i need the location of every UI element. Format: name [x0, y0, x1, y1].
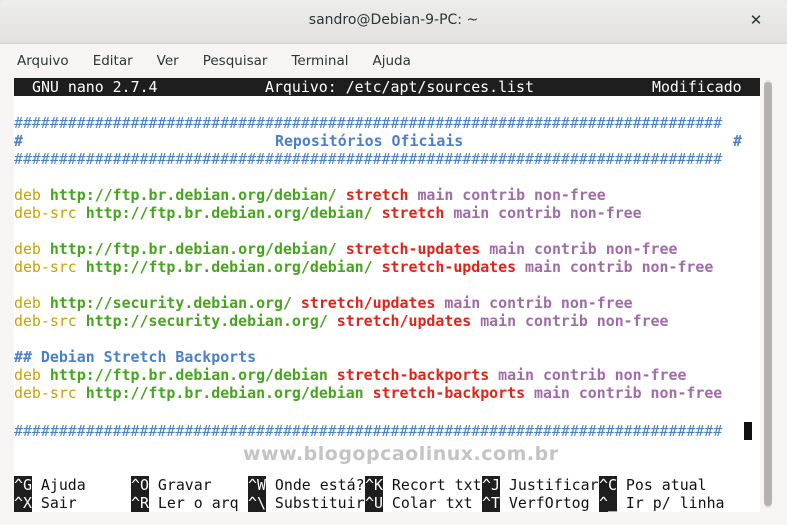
source-line: deb http://ftp.br.debian.org/debian/ str…	[14, 186, 606, 204]
source-line: deb-src http://ftp.br.debian.org/debian/…	[14, 204, 642, 222]
source-components: main contrib non-free	[444, 294, 633, 312]
source-suite: stretch-updates	[381, 258, 517, 276]
source-type: deb	[14, 186, 41, 204]
source-suite: stretch-backports	[372, 384, 526, 402]
menu-terminal[interactable]: Terminal	[287, 50, 352, 72]
scrollbar[interactable]	[764, 80, 772, 508]
hash-separator-bottom: ########################################…	[14, 422, 723, 440]
source-components: main contrib non-free	[525, 258, 714, 276]
source-components: main contrib non-free	[489, 240, 678, 258]
shortcut-save[interactable]: ^O Gravar	[131, 476, 212, 494]
source-type: deb-src	[14, 312, 77, 330]
source-type: deb-src	[14, 384, 77, 402]
shortcut-read-file[interactable]: ^R Ler o arq	[131, 494, 239, 512]
source-components: main contrib non-free	[480, 312, 669, 330]
shortcut-spell[interactable]: ^T VerfOrtog	[482, 494, 590, 512]
close-icon[interactable]: ✕	[747, 11, 765, 29]
shortcut-help[interactable]: ^G Ajuda	[14, 476, 86, 494]
shortcut-search[interactable]: ^W Onde está?	[248, 476, 365, 494]
source-line: deb http://security.debian.org/ stretch/…	[14, 294, 633, 312]
source-components: main contrib non-free	[534, 384, 723, 402]
source-suite: stretch-updates	[345, 240, 481, 258]
shortcut-cursor-pos[interactable]: ^C Pos atual	[599, 476, 707, 494]
source-line: deb-src http://ftp.br.debian.org/debian/…	[14, 258, 713, 276]
shortcut-cut[interactable]: ^K Recort txt	[365, 476, 482, 494]
source-url: http://ftp.br.debian.org/debian/	[85, 258, 373, 276]
shortcut-paste[interactable]: ^U Colar txt	[365, 494, 473, 512]
source-url: http://ftp.br.debian.org/debian	[49, 366, 328, 384]
hash-separator-top: ########################################…	[14, 114, 723, 132]
repo-heading: Repositórios Oficiais	[275, 132, 464, 150]
backports-comment: ## Debian Stretch Backports	[14, 348, 257, 366]
nano-filename: Arquivo: /etc/apt/sources.list	[265, 78, 534, 96]
source-url: http://ftp.br.debian.org/debian/	[85, 204, 373, 222]
title-bar[interactable]: sandro@Debian-9-PC: ~ ✕	[0, 0, 787, 44]
menu-ver[interactable]: Ver	[153, 50, 183, 72]
nano-version: GNU nano 2.7.4	[32, 78, 158, 96]
source-line: deb-src http://ftp.br.debian.org/debian …	[14, 384, 722, 402]
hash-separator-middle: ########################################…	[14, 150, 723, 168]
source-url: http://security.debian.org/	[85, 312, 328, 330]
menu-bar: Arquivo Editar Ver Pesquisar Terminal Aj…	[0, 44, 787, 78]
source-suite: stretch	[381, 204, 445, 222]
text-cursor	[744, 422, 752, 440]
heading-hash-left: #	[14, 132, 23, 150]
source-type: deb	[14, 366, 41, 384]
source-type: deb-src	[14, 204, 77, 222]
shortcut-replace[interactable]: ^\ Substituir	[248, 494, 365, 512]
watermark: www.blogopcaolinux.com.br	[243, 443, 559, 465]
source-type: deb	[14, 294, 41, 312]
window-title: sandro@Debian-9-PC: ~	[308, 12, 479, 28]
source-url: http://ftp.br.debian.org/debian/	[49, 186, 337, 204]
terminal-window: sandro@Debian-9-PC: ~ ✕ Arquivo Editar V…	[0, 0, 787, 525]
menu-ajuda[interactable]: Ajuda	[369, 50, 415, 72]
shortcut-goto-line[interactable]: ^_ Ir p/ linha	[599, 494, 725, 512]
source-type: deb	[14, 240, 41, 258]
source-components: main contrib non-free	[498, 366, 687, 384]
menu-arquivo[interactable]: Arquivo	[13, 50, 73, 72]
shortcut-justify[interactable]: ^J Justificar	[482, 476, 599, 494]
terminal-area[interactable]: GNU nano 2.7.4 Arquivo: /etc/apt/sources…	[14, 78, 760, 512]
nano-header-bar: GNU nano 2.7.4 Arquivo: /etc/apt/sources…	[14, 78, 760, 96]
source-suite: stretch/updates	[300, 294, 436, 312]
menu-editar[interactable]: Editar	[89, 50, 137, 72]
source-url: http://security.debian.org/	[49, 294, 292, 312]
source-components: main contrib non-free	[417, 186, 606, 204]
menu-pesquisar[interactable]: Pesquisar	[199, 50, 272, 72]
source-suite: stretch/updates	[336, 312, 472, 330]
source-url: http://ftp.br.debian.org/debian	[85, 384, 364, 402]
heading-hash-right: #	[733, 132, 742, 150]
source-suite: stretch	[345, 186, 409, 204]
source-url: http://ftp.br.debian.org/debian/	[49, 240, 337, 258]
source-line: deb http://ftp.br.debian.org/debian/ str…	[14, 240, 677, 258]
source-type: deb-src	[14, 258, 77, 276]
scrollbar-thumb[interactable]	[764, 82, 772, 506]
source-line: deb http://ftp.br.debian.org/debian stre…	[14, 366, 686, 384]
source-components: main contrib non-free	[453, 204, 642, 222]
source-suite: stretch-backports	[336, 366, 490, 384]
source-line: deb-src http://security.debian.org/ stre…	[14, 312, 668, 330]
nano-modified-status: Modificado	[652, 78, 742, 96]
shortcut-exit[interactable]: ^X Sair	[14, 494, 77, 512]
